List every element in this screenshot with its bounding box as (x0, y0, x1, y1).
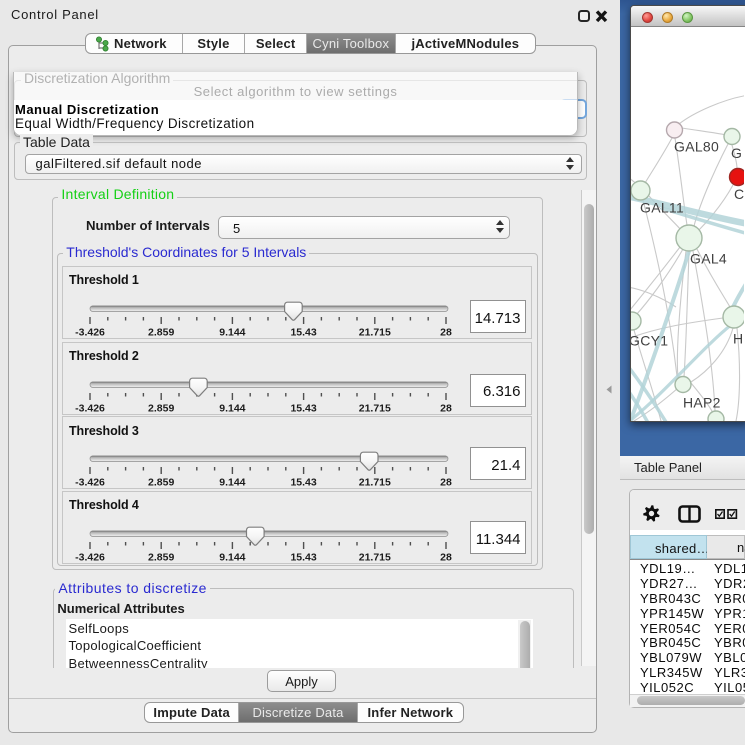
svg-text:HAP2: HAP2 (683, 395, 721, 411)
svg-text:-3.426: -3.426 (75, 402, 105, 414)
svg-text:GAL11: GAL11 (640, 200, 684, 216)
svg-text:15.43: 15.43 (290, 551, 316, 563)
svg-text:2.859: 2.859 (148, 326, 174, 338)
svg-text:9.144: 9.144 (219, 476, 245, 488)
svg-text:15.43: 15.43 (290, 326, 316, 338)
svg-text:GAL4: GAL4 (690, 251, 727, 267)
svg-text:21.715: 21.715 (359, 402, 391, 414)
svg-text:15.43: 15.43 (290, 402, 316, 414)
svg-text:-3.426: -3.426 (75, 326, 105, 338)
svg-text:9.144: 9.144 (219, 551, 245, 563)
svg-text:2.859: 2.859 (148, 551, 174, 563)
svg-text:2.859: 2.859 (148, 476, 174, 488)
svg-text:C: C (734, 186, 744, 202)
svg-text:28: 28 (440, 476, 452, 488)
svg-text:15.43: 15.43 (290, 476, 316, 488)
svg-text:-3.426: -3.426 (75, 476, 105, 488)
svg-text:21.715: 21.715 (359, 326, 391, 338)
svg-text:GAL80: GAL80 (674, 139, 719, 155)
svg-text:9.144: 9.144 (219, 402, 245, 414)
svg-text:9.144: 9.144 (219, 326, 245, 338)
svg-text:H: H (733, 331, 743, 347)
svg-text:21.715: 21.715 (359, 476, 391, 488)
svg-text:28: 28 (440, 326, 452, 338)
svg-text:2.859: 2.859 (148, 402, 174, 414)
svg-text:GCY1: GCY1 (631, 333, 668, 349)
svg-text:21.715: 21.715 (359, 551, 391, 563)
svg-text:28: 28 (440, 551, 452, 563)
svg-text:28: 28 (440, 402, 452, 414)
svg-text:G: G (731, 145, 742, 161)
svg-text:-3.426: -3.426 (75, 551, 105, 563)
